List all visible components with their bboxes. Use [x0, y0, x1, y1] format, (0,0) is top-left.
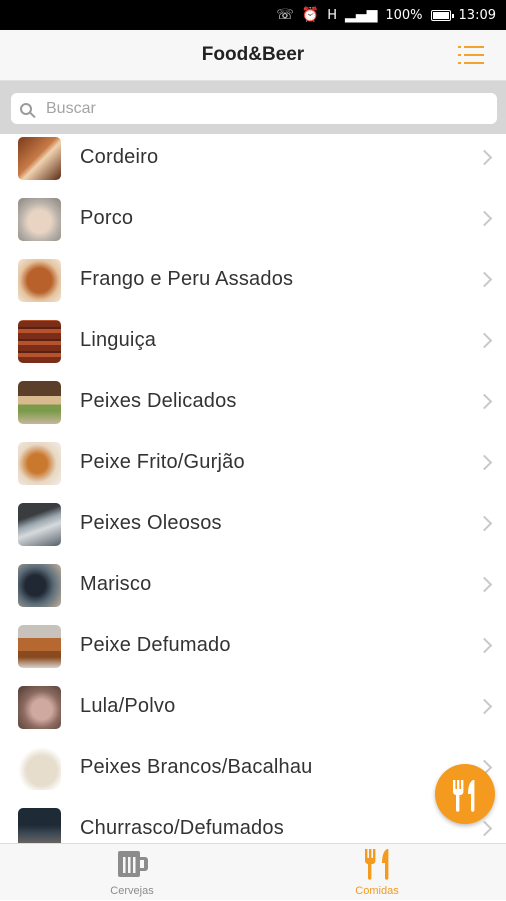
list-item-label: Linguiça [80, 329, 157, 351]
food-thumbnail [18, 258, 61, 302]
food-thumbnail [18, 197, 61, 241]
chevron-right-icon [476, 576, 493, 592]
search-input[interactable] [44, 98, 448, 119]
battery-percent: 100% [385, 7, 423, 23]
app-bar: Food&Beer [0, 30, 506, 81]
chevron-right-icon [476, 454, 493, 470]
phone-icon: ☏ [276, 7, 294, 23]
list-item-label: Churrasco/Defumados [80, 817, 284, 839]
chevron-right-icon [476, 332, 493, 348]
chevron-right-icon [476, 698, 493, 714]
list-item-marisco[interactable]: Marisco [0, 554, 506, 615]
food-list: Cordeiro Porco Frango e Peru Assados Lin… [0, 134, 506, 843]
chevron-right-icon [476, 637, 493, 653]
battery-icon [430, 9, 454, 21]
status-bar: ☏ ⏰ H ▂▄▆ 100% 13:09 [0, 0, 506, 30]
menu-button[interactable] [458, 46, 484, 64]
list-item-label: Peixes Oleosos [80, 512, 222, 534]
food-thumbnail [18, 136, 61, 180]
chevron-right-icon [476, 149, 493, 165]
chevron-right-icon [476, 210, 493, 226]
food-thumbnail [18, 441, 61, 485]
app-title: Food&Beer [201, 44, 305, 65]
list-item-label: Peixe Defumado [80, 634, 231, 656]
list-item-label: Peixes Delicados [80, 390, 237, 412]
food-thumbnail [18, 746, 61, 790]
list-item-label: Porco [80, 207, 134, 229]
chevron-right-icon [476, 515, 493, 531]
food-thumbnail [18, 319, 61, 363]
list-item-peixes-delicados[interactable]: Peixes Delicados [0, 371, 506, 432]
food-thumbnail [18, 685, 61, 729]
fork-knife-icon [453, 780, 475, 812]
search-box[interactable] [11, 93, 497, 124]
tab-comidas[interactable]: Comidas [297, 844, 457, 901]
chevron-right-icon [476, 393, 493, 409]
list-item-peixe-frito[interactable]: Peixe Frito/Gurjão [0, 432, 506, 493]
list-item-label: Marisco [80, 573, 152, 595]
list-item-peixe-defumado[interactable]: Peixe Defumado [0, 615, 506, 676]
fork-knife-icon [365, 849, 389, 880]
list-item-peixes-brancos[interactable]: Peixes Brancos/Bacalhau [0, 737, 506, 798]
list-item-porco[interactable]: Porco [0, 188, 506, 249]
food-thumbnail [18, 563, 61, 607]
food-thumbnail [18, 380, 61, 424]
search-bar [0, 81, 506, 134]
beer-mug-icon [118, 851, 148, 877]
food-thumbnail [18, 807, 61, 843]
clock: 13:09 [458, 7, 496, 23]
list-item-label: Lula/Polvo [80, 695, 176, 717]
alarm-icon: ⏰ [301, 7, 320, 23]
food-thumbnail [18, 502, 61, 546]
list-item-lula-polvo[interactable]: Lula/Polvo [0, 676, 506, 737]
list-item-frango[interactable]: Frango e Peru Assados [0, 249, 506, 310]
network-type: H [327, 7, 338, 23]
list-item-churrasco[interactable]: Churrasco/Defumados [0, 798, 506, 843]
signal-icon: ▂▄▆ [345, 7, 378, 23]
list-item-peixes-oleosos[interactable]: Peixes Oleosos [0, 493, 506, 554]
list-item-label: Frango e Peru Assados [80, 268, 294, 290]
tab-cervejas[interactable]: Cervejas [52, 844, 212, 901]
list-item-label: Peixes Brancos/Bacalhau [80, 756, 313, 778]
list-item-label: Cordeiro [80, 146, 159, 168]
chevron-right-icon [476, 271, 493, 287]
search-icon [20, 102, 32, 115]
bottom-tab-bar: Cervejas Comidas [0, 843, 506, 900]
food-fab-button[interactable] [435, 764, 495, 824]
tab-label: Comidas [355, 885, 399, 897]
list-item-linguica[interactable]: Linguiça [0, 310, 506, 371]
list-item-label: Peixe Frito/Gurjão [80, 451, 245, 473]
tab-label: Cervejas [110, 885, 154, 897]
food-thumbnail [18, 624, 61, 668]
list-item-cordeiro[interactable]: Cordeiro [0, 134, 506, 188]
